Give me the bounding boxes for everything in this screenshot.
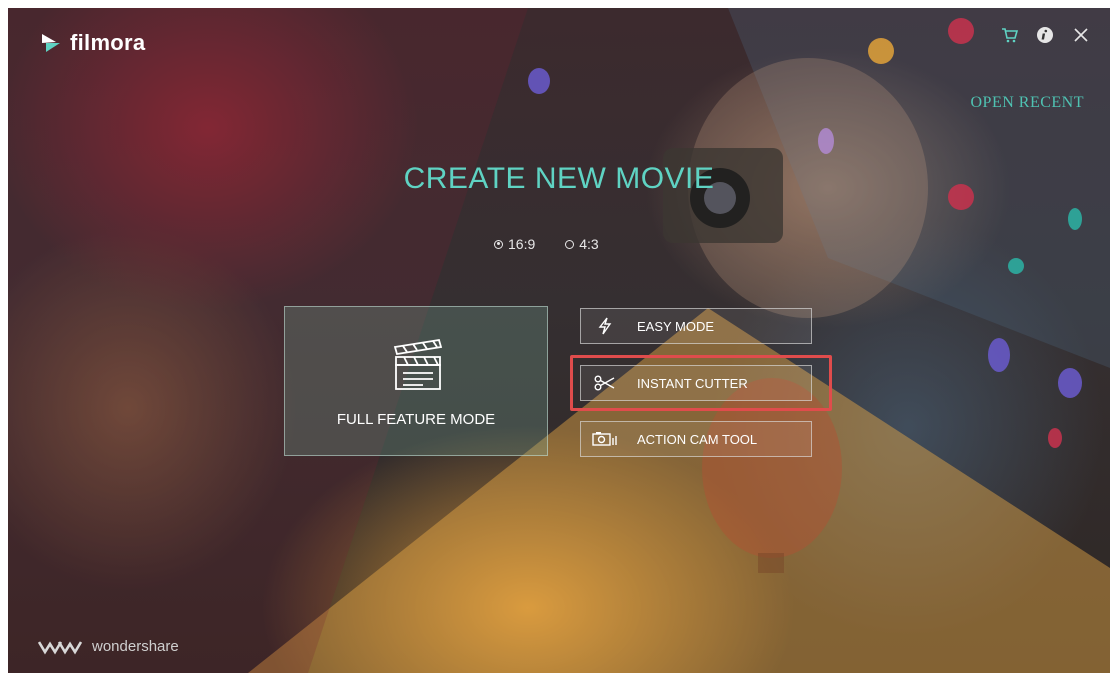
confetti-dot bbox=[818, 128, 834, 154]
ratio-16-9-radio[interactable]: 16:9 bbox=[494, 236, 535, 252]
close-icon[interactable] bbox=[1072, 26, 1090, 44]
ratio-16-9-label: 16:9 bbox=[508, 236, 536, 252]
confetti-dot bbox=[1008, 258, 1024, 274]
confetti-dot bbox=[528, 68, 550, 94]
confetti-dot bbox=[988, 338, 1010, 372]
confetti-dot bbox=[1048, 428, 1062, 448]
clapperboard-icon bbox=[393, 338, 443, 390]
full-feature-mode-label: FULL FEATURE MODE bbox=[336, 411, 496, 428]
action-cam-icon bbox=[585, 431, 625, 447]
confetti-dot bbox=[948, 18, 974, 44]
lightning-icon bbox=[585, 317, 625, 335]
confetti-dot bbox=[1068, 208, 1082, 230]
easy-mode-label: EASY MODE bbox=[637, 318, 715, 334]
easy-mode-button[interactable]: EASY MODE bbox=[580, 308, 812, 344]
ratio-4-3-radio[interactable]: 4:3 bbox=[565, 236, 599, 252]
wondershare-logo-icon bbox=[38, 640, 83, 654]
radio-selected-icon bbox=[494, 239, 503, 249]
action-cam-tool-label: ACTION CAM TOOL bbox=[637, 431, 758, 447]
filmora-logo: filmora bbox=[38, 30, 145, 56]
filmora-logo-icon bbox=[42, 34, 60, 52]
wondershare-brand: wondershare bbox=[38, 638, 179, 655]
window-controls bbox=[1000, 26, 1090, 44]
ratio-4-3-label: 4:3 bbox=[579, 236, 599, 252]
open-recent-link[interactable]: OPEN RECENT bbox=[971, 94, 1085, 112]
confetti-dot bbox=[868, 38, 894, 64]
info-icon[interactable] bbox=[1036, 26, 1054, 44]
logo-text: filmora bbox=[70, 30, 146, 55]
action-cam-tool-button[interactable]: ACTION CAM TOOL bbox=[580, 421, 812, 457]
create-new-movie-title: CREATE NEW MOVIE bbox=[403, 162, 715, 195]
filmora-launcher-window: filmora OPEN RECENT CREATE NEW MOVIE 16:… bbox=[8, 8, 1110, 673]
confetti-dot bbox=[1058, 368, 1082, 398]
background-photo-collage bbox=[8, 8, 1110, 673]
aspect-ratio-selector: 16:9 4:3 bbox=[494, 236, 599, 252]
instant-cutter-highlight bbox=[570, 355, 832, 411]
full-feature-mode-button[interactable]: FULL FEATURE MODE bbox=[284, 306, 548, 456]
wondershare-text: wondershare bbox=[92, 638, 179, 655]
cart-icon[interactable] bbox=[1000, 26, 1018, 44]
radio-unselected-icon bbox=[565, 239, 575, 249]
